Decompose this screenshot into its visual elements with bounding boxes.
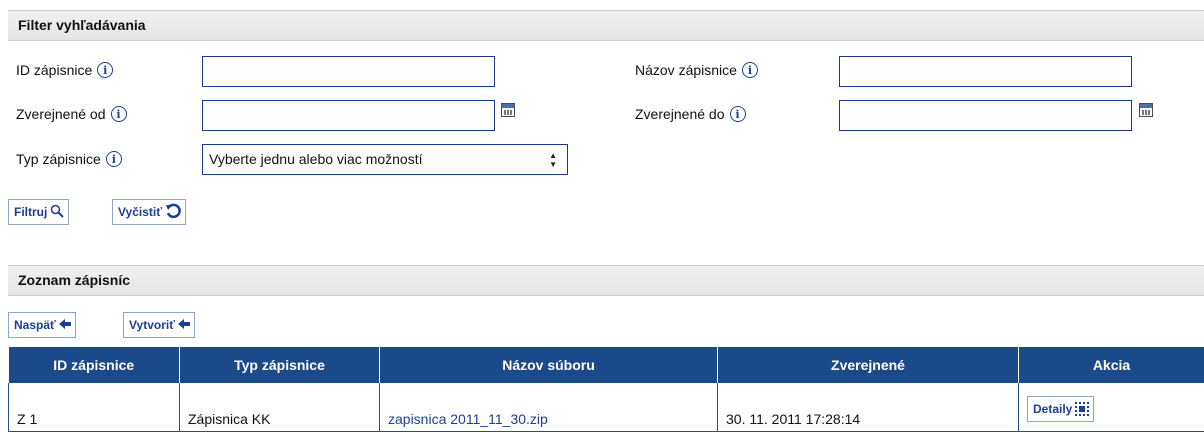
id-zapisnice-input[interactable]	[202, 56, 495, 87]
detail-button-label: Detaily	[1033, 402, 1072, 416]
zverejnene-do-input[interactable]	[839, 100, 1132, 131]
info-icon[interactable]: i	[111, 106, 127, 122]
id-zapisnice-label-text: ID zápisnice	[16, 62, 92, 78]
clear-button-label: Vyčistiť	[118, 205, 162, 219]
info-icon[interactable]: i	[106, 151, 122, 167]
column-header-nazov-suboru[interactable]: Názov súboru	[380, 347, 718, 383]
typ-zapisnice-label-text: Typ zápisnice	[16, 151, 101, 167]
column-header-id[interactable]: ID zápisnice	[9, 347, 180, 383]
filter-button-label: Filtruj	[14, 205, 47, 219]
cell-zverejnene: 30. 11. 2011 17:28:14	[718, 383, 1019, 432]
typ-zapisnice-label: Typ zápisnice i	[16, 151, 122, 167]
info-icon[interactable]: i	[742, 62, 758, 78]
clear-button[interactable]: Vyčistiť	[112, 199, 186, 225]
detail-button[interactable]: Detaily	[1027, 396, 1094, 422]
create-button-label: Vytvoriť	[129, 318, 175, 332]
column-header-akcia: Akcia	[1019, 347, 1204, 383]
refresh-icon	[165, 203, 181, 222]
zverejnene-od-label-text: Zverejnené od	[16, 106, 106, 122]
cell-id: Z 1	[9, 383, 180, 432]
typ-zapisnice-select[interactable]: Vyberte jednu alebo viac možností ▲▼	[202, 144, 568, 175]
arrow-left-icon	[178, 317, 190, 333]
nazov-zapisnice-input[interactable]	[839, 56, 1132, 87]
filter-button[interactable]: Filtruj	[8, 199, 69, 225]
table-row: Z 1 Zápisnica KK zapisnica 2011_11_30.zi…	[9, 383, 1204, 432]
create-button[interactable]: Vytvoriť	[123, 312, 195, 338]
cell-typ: Zápisnica KK	[180, 383, 380, 432]
zverejnene-od-input[interactable]	[202, 100, 495, 131]
id-zapisnice-label: ID zápisnice i	[16, 62, 113, 78]
column-header-typ[interactable]: Typ zápisnice	[180, 347, 380, 383]
info-icon[interactable]: i	[730, 106, 746, 122]
calendar-icon[interactable]	[501, 103, 515, 117]
search-icon	[50, 204, 64, 221]
cell-subor: zapisnica 2011_11_30.zip	[380, 383, 718, 432]
zverejnene-do-label-text: Zverejnené do	[635, 106, 725, 122]
info-icon[interactable]: i	[97, 62, 113, 78]
back-button-label: Naspäť	[14, 318, 56, 332]
cell-akcia: Detaily	[1019, 383, 1204, 432]
zapisnice-table: ID zápisnice Typ zápisnice Názov súboru …	[8, 347, 1204, 432]
arrow-left-icon	[59, 317, 71, 333]
select-arrows-icon: ▲▼	[549, 145, 557, 169]
nazov-zapisnice-label-text: Názov zápisnice	[635, 62, 737, 78]
zverejnene-od-label: Zverejnené od i	[16, 106, 127, 122]
column-header-zverejnene[interactable]: Zverejnené	[718, 347, 1019, 383]
list-section-header: Zoznam zápisníc	[8, 265, 1204, 296]
nazov-zapisnice-label: Názov zápisnice i	[635, 62, 758, 78]
table-header-row: ID zápisnice Typ zápisnice Názov súboru …	[9, 347, 1204, 383]
back-button[interactable]: Naspäť	[8, 312, 76, 338]
filter-section-header: Filter vyhľadávania	[8, 10, 1204, 41]
calendar-icon[interactable]	[1139, 103, 1153, 117]
zverejnene-do-label: Zverejnené do i	[635, 106, 746, 122]
typ-zapisnice-selected: Vyberte jednu alebo viac možností	[209, 151, 423, 167]
detail-icon	[1075, 402, 1089, 416]
